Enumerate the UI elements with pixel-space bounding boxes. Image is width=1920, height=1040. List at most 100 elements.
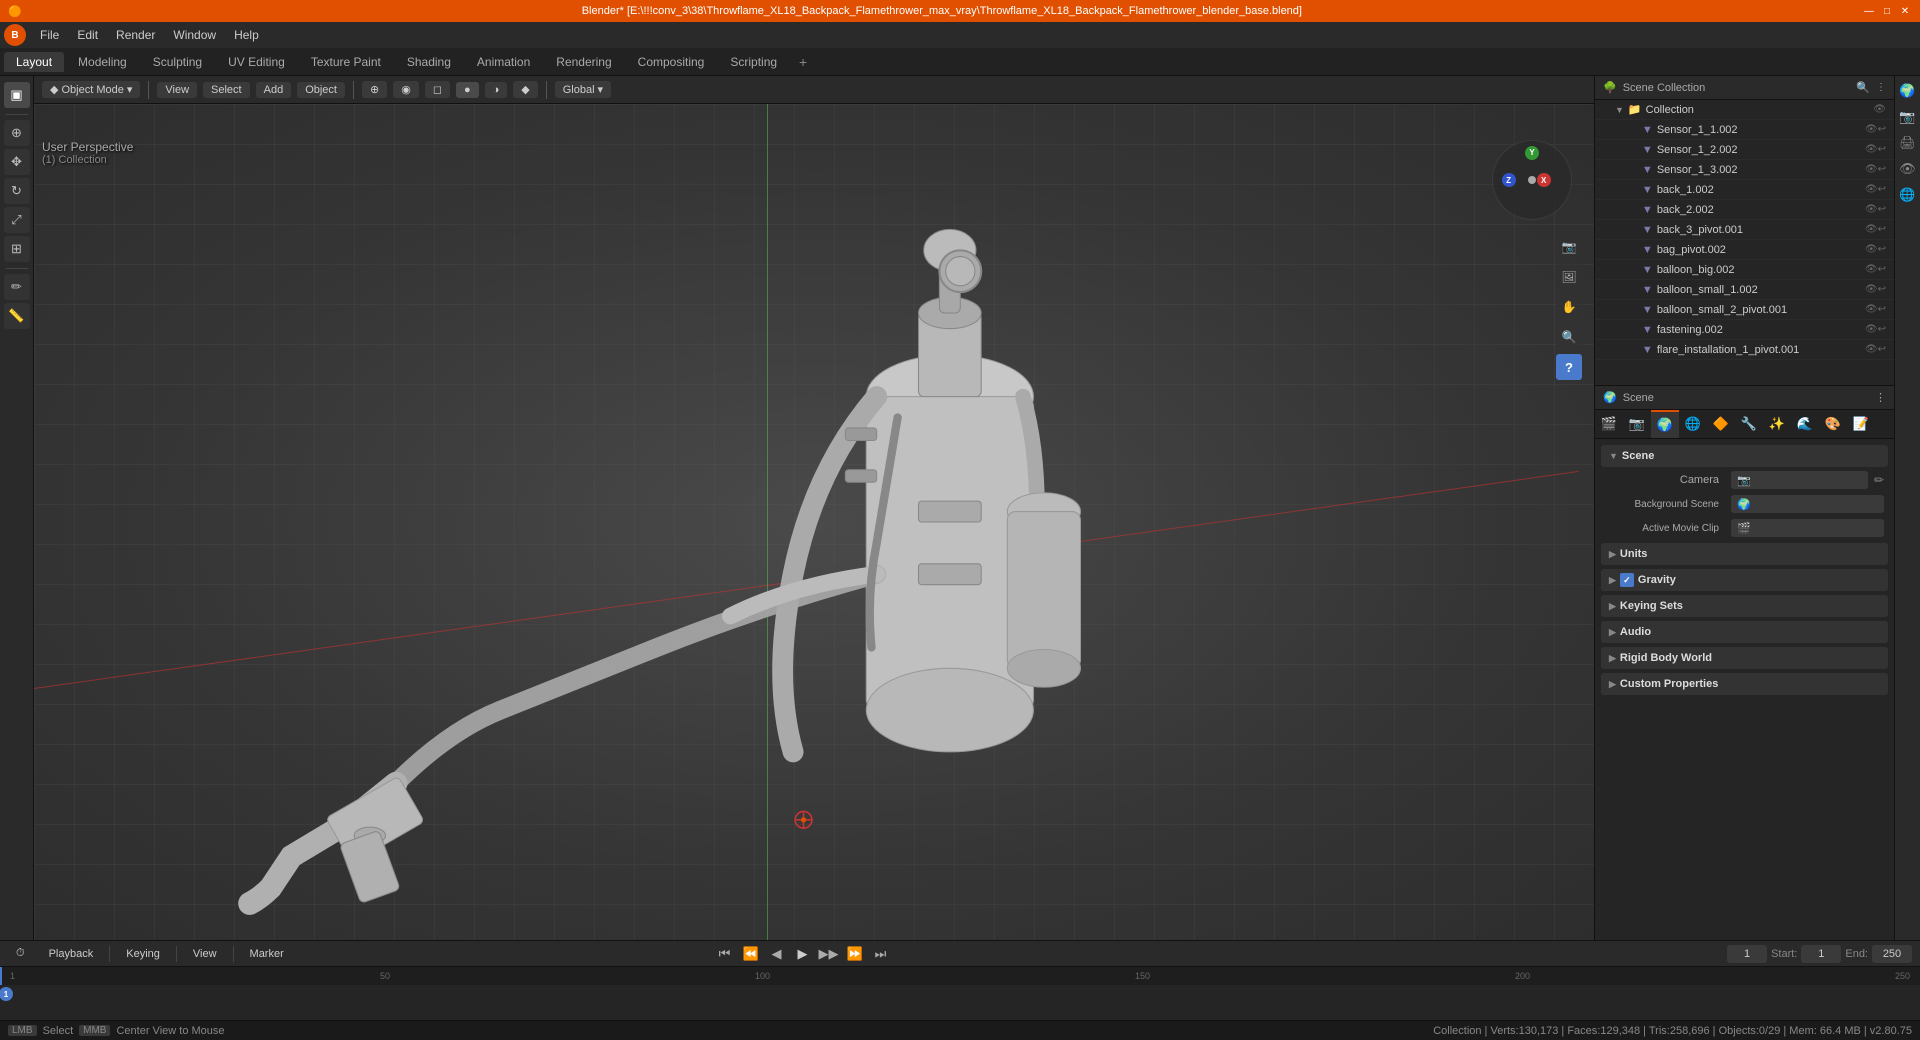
props-tab-data[interactable]: 📝 xyxy=(1847,410,1875,438)
props-tab-world[interactable]: 🌐 xyxy=(1679,410,1707,438)
viewport-shading-material[interactable]: ◑ xyxy=(485,82,508,98)
nav-gizmo-x[interactable]: X xyxy=(1537,173,1551,187)
vis-icon-8[interactable]: 👁 xyxy=(1865,264,1878,275)
nav-gizmo-z[interactable]: Z xyxy=(1502,173,1516,187)
sel-icon-6[interactable]: ↩ xyxy=(1878,224,1886,235)
outliner-item-sensor3[interactable]: ▷ ▼ Sensor_1_3.002 👁 ↩ xyxy=(1595,160,1894,180)
tool-scale[interactable]: ⤢ xyxy=(4,207,30,233)
tab-rendering[interactable]: Rendering xyxy=(544,52,623,72)
rs-render-icon[interactable]: 📷 xyxy=(1897,106,1919,128)
menu-help[interactable]: Help xyxy=(226,26,267,44)
tab-layout[interactable]: Layout xyxy=(4,52,64,72)
maximize-button[interactable]: □ xyxy=(1880,4,1894,18)
tab-modeling[interactable]: Modeling xyxy=(66,52,139,72)
viewport-hand-icon[interactable]: ✋ xyxy=(1556,294,1582,320)
tool-transform[interactable]: ⊞ xyxy=(4,236,30,262)
tab-scripting[interactable]: Scripting xyxy=(718,52,789,72)
sel-icon-9[interactable]: ↩ xyxy=(1878,284,1886,295)
vis-icon-3[interactable]: 👁 xyxy=(1865,164,1878,175)
vis-icon[interactable]: 👁 xyxy=(1865,124,1878,135)
timeline-ruler[interactable]: 1 50 100 150 200 250 1 xyxy=(0,967,1920,1020)
camera-value[interactable]: 📷 xyxy=(1731,471,1868,489)
select-menu[interactable]: Select xyxy=(203,82,250,98)
vis-icon-4[interactable]: 👁 xyxy=(1865,184,1878,195)
props-tab-material[interactable]: 🎨 xyxy=(1819,410,1847,438)
timeline-playback-menu[interactable]: Playback xyxy=(41,946,102,962)
section-gravity-header[interactable]: ▶ ✓ Gravity xyxy=(1601,569,1888,591)
viewport-shading-solid[interactable]: ● xyxy=(456,82,479,98)
props-tab-output[interactable]: 📷 xyxy=(1623,410,1651,438)
close-button[interactable]: ✕ xyxy=(1898,4,1912,18)
add-workspace-button[interactable]: + xyxy=(791,51,815,73)
mode-selector[interactable]: ◆ Object Mode ▾ xyxy=(42,81,140,98)
visibility-icon[interactable]: 👁 xyxy=(1873,104,1886,115)
outliner-menu-icon[interactable]: ⋮ xyxy=(1876,82,1886,93)
sel-icon[interactable]: ↩ xyxy=(1878,124,1886,135)
vis-icon-5[interactable]: 👁 xyxy=(1865,204,1878,215)
minimize-button[interactable]: — xyxy=(1862,4,1876,18)
outliner-item-back1[interactable]: ▷ ▼ back_1.002 👁 ↩ xyxy=(1595,180,1894,200)
vis-icon-7[interactable]: 👁 xyxy=(1865,244,1878,255)
outliner-item-back2[interactable]: ▷ ▼ back_2.002 👁 ↩ xyxy=(1595,200,1894,220)
rs-view-icon[interactable]: 👁 xyxy=(1897,158,1919,180)
outliner-item-bag[interactable]: ▷ ▼ bag_pivot.002 👁 ↩ xyxy=(1595,240,1894,260)
navigation-gizmo[interactable]: X Y Z xyxy=(1492,140,1582,230)
sel-icon-12[interactable]: ↩ xyxy=(1878,344,1886,355)
outliner-item-balloon-big[interactable]: ▷ ▼ balloon_big.002 👁 ↩ xyxy=(1595,260,1894,280)
jump-prev-keyframe[interactable]: ⏪ xyxy=(740,943,762,965)
sel-icon-10[interactable]: ↩ xyxy=(1878,304,1886,315)
tab-sculpting[interactable]: Sculpting xyxy=(141,52,214,72)
viewport-canvas[interactable]: User Perspective (1) Collection X Y Z 📷 … xyxy=(34,104,1594,940)
object-menu[interactable]: Object xyxy=(297,82,345,98)
timeline-view-menu[interactable]: View xyxy=(185,946,225,962)
tool-measure[interactable]: 📏 xyxy=(4,303,30,329)
play-button[interactable]: ▶ xyxy=(792,943,814,965)
camera-edit-icon[interactable]: ✏ xyxy=(1874,473,1884,487)
global-local-toggle[interactable]: Global ▾ xyxy=(555,81,611,98)
timeline-keyframe-area[interactable]: 1 xyxy=(0,985,1920,1020)
viewport-overlays[interactable]: ◉ xyxy=(393,81,419,98)
props-tab-physics[interactable]: 🌊 xyxy=(1791,410,1819,438)
props-tab-render[interactable]: 🎬 xyxy=(1595,410,1623,438)
movie-clip-value[interactable]: 🎬 xyxy=(1731,519,1884,537)
outliner-item-balloon-small1[interactable]: ▷ ▼ balloon_small_1.002 👁 ↩ xyxy=(1595,280,1894,300)
frame-end[interactable]: 250 xyxy=(1872,945,1912,963)
sel-icon-4[interactable]: ↩ xyxy=(1878,184,1886,195)
tool-rotate[interactable]: ↻ xyxy=(4,178,30,204)
vis-icon-6[interactable]: 👁 xyxy=(1865,224,1878,235)
section-scene-header[interactable]: ▼ Scene xyxy=(1601,445,1888,467)
viewport-gizmo-toggle[interactable]: ⊕ xyxy=(362,81,387,98)
vis-icon-12[interactable]: 👁 xyxy=(1865,344,1878,355)
vis-icon-11[interactable]: 👁 xyxy=(1865,324,1878,335)
sel-icon-2[interactable]: ↩ xyxy=(1878,144,1886,155)
tab-uv-editing[interactable]: UV Editing xyxy=(216,52,297,72)
rs-scene-icon[interactable]: 🌍 xyxy=(1897,80,1919,102)
timeline-keying-menu[interactable]: Keying xyxy=(118,946,168,962)
next-frame[interactable]: ▶▶ xyxy=(818,943,840,965)
vis-icon-10[interactable]: 👁 xyxy=(1865,304,1878,315)
menu-file[interactable]: File xyxy=(32,26,67,44)
section-audio-header[interactable]: ▶ Audio xyxy=(1601,621,1888,643)
section-custom-props-header[interactable]: ▶ Custom Properties xyxy=(1601,673,1888,695)
viewport-shading-render[interactable]: ◆ xyxy=(513,81,537,98)
menu-render[interactable]: Render xyxy=(108,26,163,44)
viewport-shading-wire[interactable]: ◻ xyxy=(425,81,450,98)
outliner-item-sensor1[interactable]: ▷ ▼ Sensor_1_1.002 👁 ↩ xyxy=(1595,120,1894,140)
section-units-header[interactable]: ▶ Units xyxy=(1601,543,1888,565)
props-tab-particles[interactable]: ✨ xyxy=(1763,410,1791,438)
frame-scrubber[interactable]: 1 xyxy=(0,987,13,1001)
viewport-info-icon[interactable]: ? xyxy=(1556,354,1582,380)
bg-scene-value[interactable]: 🌍 xyxy=(1731,495,1884,513)
outliner-item-collection[interactable]: ▼ 📁 Collection 👁 xyxy=(1595,100,1894,120)
tab-texture-paint[interactable]: Texture Paint xyxy=(299,52,393,72)
current-frame[interactable]: 1 xyxy=(1727,945,1767,963)
sel-icon-8[interactable]: ↩ xyxy=(1878,264,1886,275)
outliner-item-sensor2[interactable]: ▷ ▼ Sensor_1_2.002 👁 ↩ xyxy=(1595,140,1894,160)
outliner-item-flare[interactable]: ▷ ▼ flare_installation_1_pivot.001 👁 ↩ xyxy=(1595,340,1894,360)
outliner-item-balloon-small2[interactable]: ▷ ▼ balloon_small_2_pivot.001 👁 ↩ xyxy=(1595,300,1894,320)
props-tab-object[interactable]: 🔶 xyxy=(1707,410,1735,438)
timeline-marker-menu[interactable]: Marker xyxy=(242,946,292,962)
outliner-item-back3[interactable]: ▷ ▼ back_3_pivot.001 👁 ↩ xyxy=(1595,220,1894,240)
tool-select[interactable]: ▣ xyxy=(4,82,30,108)
view-menu[interactable]: View xyxy=(157,82,197,98)
